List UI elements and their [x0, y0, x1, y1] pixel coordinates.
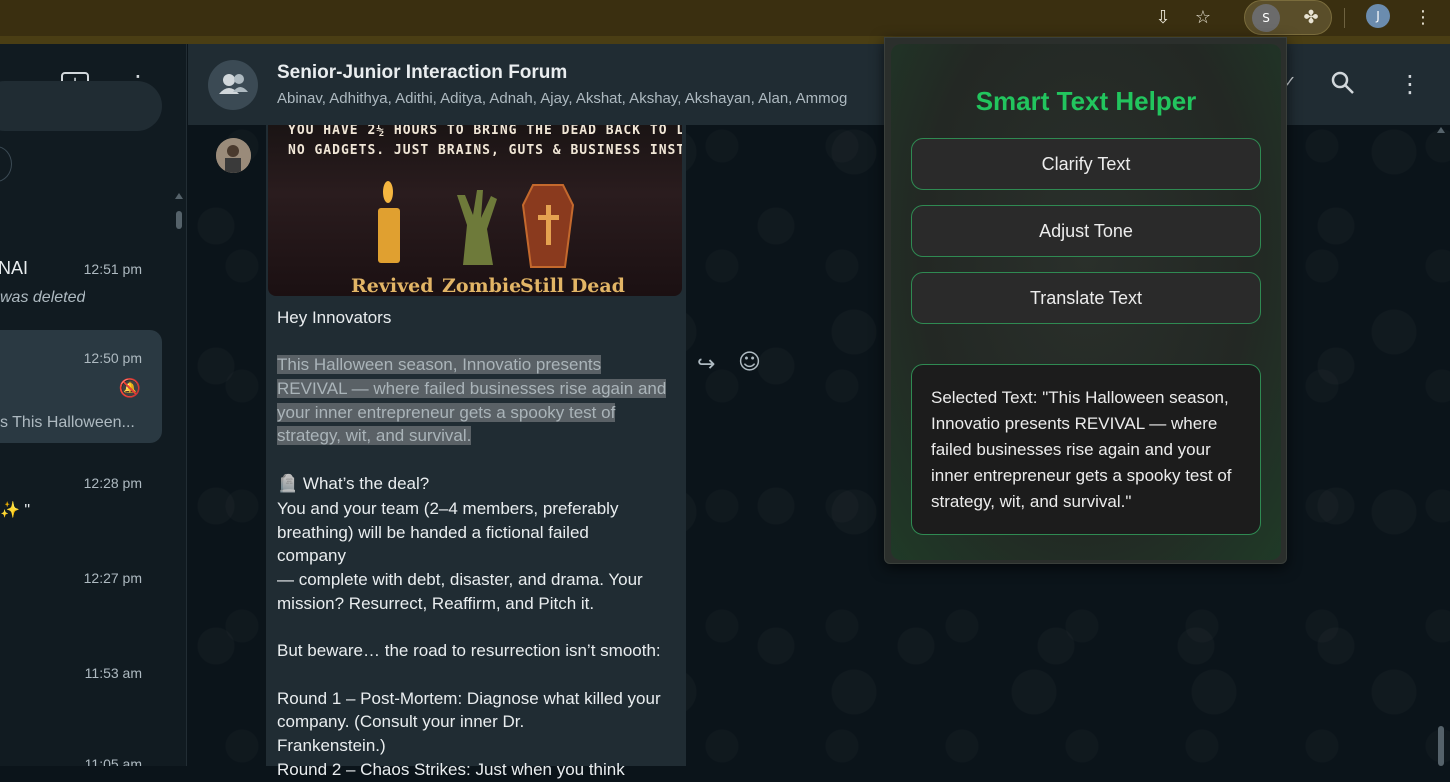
message-line: Round 2 – Chaos Strikes: Just when you t… [277, 760, 625, 779]
translate-text-button[interactable]: Translate Text [911, 272, 1261, 324]
chat-preview: ✨ " [0, 502, 31, 519]
sidebar-scroll-up-arrow[interactable] [175, 193, 183, 199]
forward-icon[interactable]: ↪ [697, 352, 715, 377]
extension-title: Smart Text Helper [975, 86, 1197, 116]
browser-toolbar [0, 0, 1450, 44]
message-line: You and your team (2–4 members, preferab… [277, 499, 619, 518]
chat-time: 11:53 am [84, 665, 142, 681]
muted-bell-icon: 🔕 [118, 378, 142, 399]
adjust-tone-button[interactable]: Adjust Tone [911, 205, 1261, 257]
highlighted-text-line: strategy, wit, and survival. [277, 426, 472, 445]
emoji-react-icon[interactable]: ☺ [738, 350, 761, 375]
sender-avatar[interactable] [216, 138, 251, 173]
chat-name: NAI [0, 258, 29, 278]
group-members[interactable]: Abinav, Adhithya, Adithi, Aditya, Adnah,… [277, 90, 887, 107]
chat-preview: s This Halloween... [0, 414, 135, 431]
chat-list-item[interactable]: 12:27 pm [0, 560, 162, 630]
extensions-puzzle-icon[interactable]: ✤ [1298, 5, 1324, 31]
more-vertical-icon[interactable]: ⋮ [1410, 5, 1436, 31]
message-greeting: Hey Innovators [277, 308, 392, 327]
sidebar-scrollbar[interactable] [176, 211, 182, 229]
selected-text: Selected Text: "This Halloween season, I… [931, 388, 1232, 511]
chat-list-item[interactable]: NAI 12:51 pm was deleted [0, 250, 162, 320]
message-image[interactable]: YOU HAVE 2½ HOURS TO BRING THE DEAD BACK… [268, 125, 682, 296]
group-people-icon [219, 74, 248, 94]
install-app-icon[interactable]: ⇩ [1150, 5, 1176, 31]
chat-menu-icon[interactable]: ⋮ [1398, 70, 1422, 98]
poster-illustration [378, 181, 575, 268]
chat-time: 12:28 pm [83, 475, 142, 491]
bookmark-star-icon[interactable]: ☆ [1190, 5, 1216, 31]
chat-list-item[interactable]: 11:05 am [0, 748, 162, 766]
message-line: breathing) will be handed a fictional fa… [277, 523, 589, 542]
highlighted-text-line: your inner entrepreneur gets a spooky te… [277, 403, 616, 422]
chat-list-item[interactable]: 12:28 pm ✨ " [0, 465, 162, 535]
chat-time: 12:50 pm [83, 350, 142, 366]
message-line: company [277, 546, 346, 565]
message-line: — complete with debt, disaster, and dram… [277, 570, 643, 589]
message-line: Frankenstein.) [277, 736, 386, 755]
selected-text-box: Selected Text: "This Halloween season, I… [911, 364, 1261, 535]
message-line: mission? Resurrect, Reaffirm, and Pitch … [277, 594, 595, 613]
deal-heading: 🪦 What’s the deal? [277, 472, 429, 497]
chat-time: 12:51 pm [83, 261, 142, 277]
search-input[interactable] [0, 81, 162, 131]
clarify-text-button[interactable]: Clarify Text [911, 138, 1261, 190]
deal-heading-text: What’s the deal? [302, 474, 430, 493]
poster-text-line: NO GADGETS. JUST BRAINS, GUTS & BUSINESS… [288, 143, 682, 158]
highlighted-text-line: This Halloween season, Innovatio present… [277, 355, 602, 374]
chat-scrollbar[interactable] [1438, 726, 1444, 766]
poster-label: Still Dead [520, 275, 625, 296]
chat-time: 11:05 am [84, 756, 142, 766]
poster-label: Revived [351, 275, 434, 296]
chat-list-item-active[interactable]: 12:50 pm 🔕 s This Halloween... [0, 330, 162, 443]
chat-preview: was deleted [0, 289, 86, 306]
toolbar-divider [1344, 8, 1345, 28]
message-line: Round 1 – Post-Mortem: Diagnose what kil… [277, 689, 661, 708]
profile-avatar-s[interactable]: S [1252, 4, 1280, 32]
tombstone-icon: 🪦 [277, 474, 299, 494]
message-line: company. (Consult your inner Dr. [277, 712, 525, 731]
message-line: But beware… the road to resurrection isn… [277, 641, 661, 660]
profile-avatar-j[interactable]: J [1366, 4, 1390, 28]
chat-scroll-up-arrow[interactable] [1437, 127, 1445, 133]
group-avatar[interactable] [208, 60, 258, 110]
chat-time: 12:27 pm [83, 570, 142, 586]
highlighted-text-line: REVIVAL — where failed businesses rise a… [277, 379, 667, 398]
poster-text-line: YOU HAVE 2½ HOURS TO BRING THE DEAD BACK… [288, 125, 682, 138]
chat-list-item[interactable]: 11:53 am [0, 655, 162, 725]
search-icon[interactable] [1330, 70, 1356, 102]
poster-label: Zombie [442, 275, 522, 296]
group-title[interactable]: Senior-Junior Interaction Forum [277, 62, 567, 84]
